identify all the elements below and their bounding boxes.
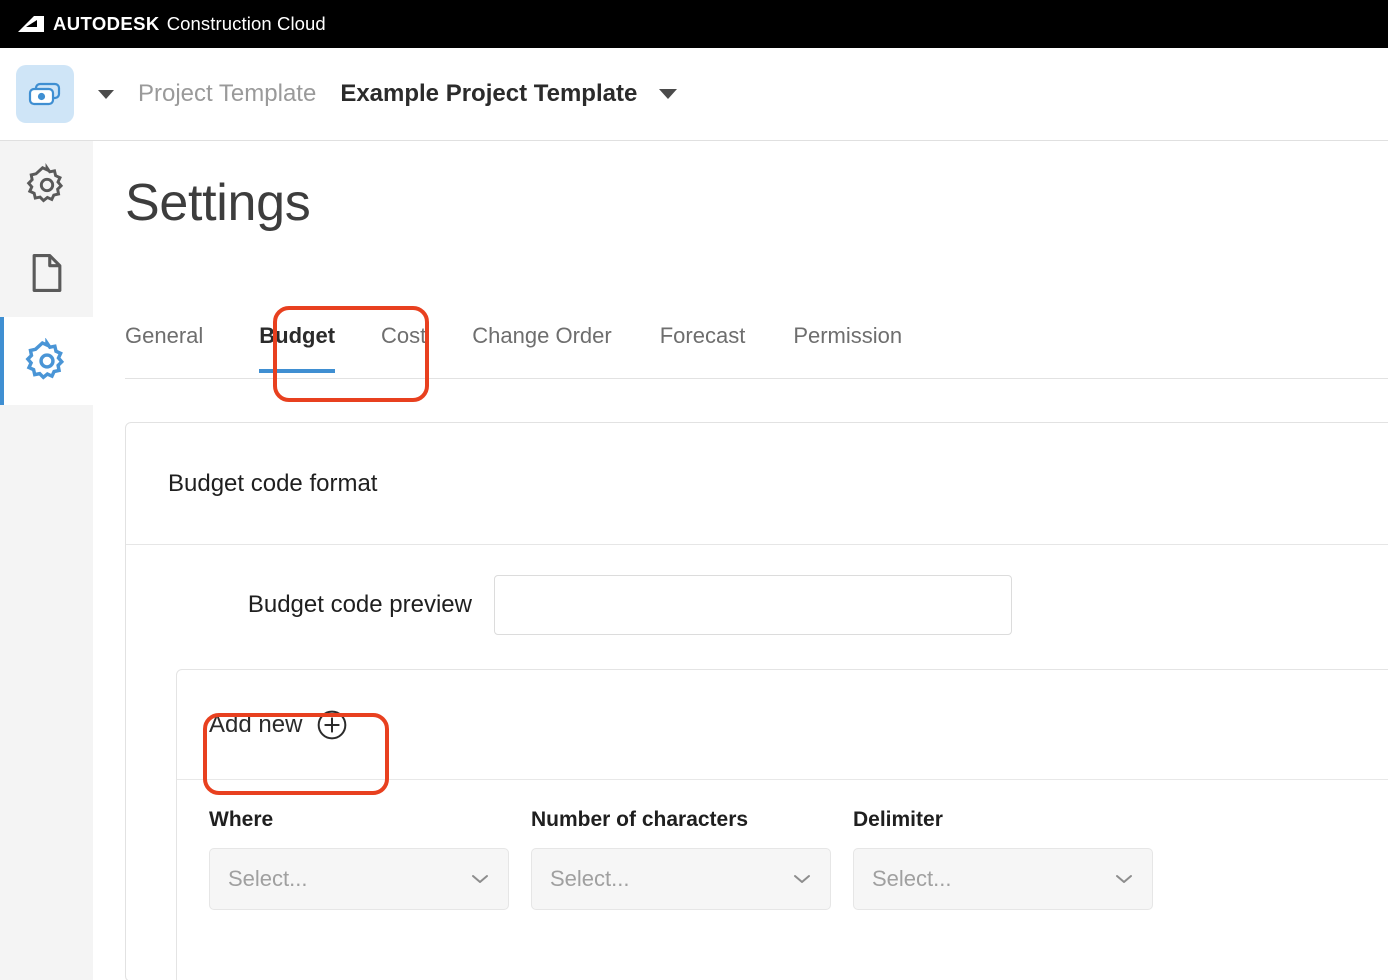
breadcrumb-current: Example Project Template — [340, 80, 638, 107]
tab-budget[interactable]: Budget — [259, 317, 335, 373]
add-new-label: Add new — [209, 710, 303, 738]
tab-change-order[interactable]: Change Order — [472, 317, 611, 373]
chevron-down-icon — [794, 875, 810, 883]
chevron-down-icon — [1116, 875, 1132, 883]
project-switcher-caret-icon[interactable] — [98, 89, 114, 99]
field-label-number-of-characters: Number of characters — [531, 808, 749, 831]
autodesk-logo-mark — [18, 16, 44, 32]
global-header: AUTODESK Construction Cloud — [0, 0, 1388, 48]
chevron-down-icon — [472, 875, 488, 883]
tab-cost[interactable]: Cost — [381, 317, 426, 373]
page-title: Settings — [125, 174, 311, 232]
settings-tabs: General Budget Cost Change Order Forecas… — [125, 317, 1388, 379]
gear-icon — [24, 338, 64, 380]
add-new-button[interactable]: Add new — [209, 709, 348, 741]
rail-item-settings-gear[interactable] — [0, 141, 93, 229]
number-of-characters-select-value: Select... — [550, 866, 630, 891]
left-rail — [0, 141, 93, 980]
field-label-where: Where — [209, 808, 274, 831]
budget-code-format-card: Budget code format Budget code preview A… — [125, 422, 1388, 980]
field-delimiter: Delimiter Select... — [853, 808, 1153, 910]
product-name: Construction Cloud — [166, 13, 326, 34]
field-label-delimiter: Delimiter — [853, 808, 943, 831]
rail-item-project-settings[interactable] — [0, 317, 93, 405]
card-header: Budget code format — [126, 423, 1388, 545]
budget-code-preview-row: Budget code preview — [126, 545, 1388, 665]
tab-permission[interactable]: Permission — [793, 317, 902, 373]
where-select-value: Select... — [228, 866, 308, 891]
budget-code-segments-panel: Add new Where Select... Number of charac… — [176, 669, 1388, 980]
project-caret-down-icon[interactable] — [659, 89, 678, 99]
plus-circle-icon — [318, 710, 347, 739]
main-content: Settings General Budget Cost Change Orde… — [93, 141, 1388, 980]
delimiter-select[interactable]: Select... — [853, 848, 1153, 910]
breadcrumb-context[interactable]: Project Template — [138, 80, 316, 108]
add-new-bar: Add new — [177, 670, 1388, 780]
project-bar: Project Template Example Project Templat… — [0, 48, 1388, 141]
segment-fields-row: Where Select... Number of characters Sel… — [177, 780, 1388, 910]
delimiter-select-value: Select... — [872, 866, 952, 891]
app-root: AUTODESK Construction Cloud Project Temp… — [0, 0, 1388, 980]
budget-code-preview-label: Budget code preview — [247, 591, 472, 618]
cost-management-icon[interactable] — [16, 65, 74, 123]
document-icon — [32, 254, 61, 292]
gear-icon — [26, 163, 63, 203]
tab-forecast[interactable]: Forecast — [660, 317, 746, 373]
tab-general[interactable]: General — [125, 317, 203, 373]
number-of-characters-select[interactable]: Select... — [531, 848, 831, 910]
card-title: Budget code format — [168, 469, 378, 497]
brand-name: AUTODESK — [53, 13, 160, 34]
field-where: Where Select... — [209, 808, 509, 910]
cost-management-glyph — [28, 82, 61, 106]
where-select[interactable]: Select... — [209, 848, 509, 910]
field-number-of-characters: Number of characters Select... — [531, 808, 831, 910]
rail-item-document[interactable] — [0, 229, 93, 317]
budget-code-preview-input[interactable] — [494, 575, 1012, 635]
